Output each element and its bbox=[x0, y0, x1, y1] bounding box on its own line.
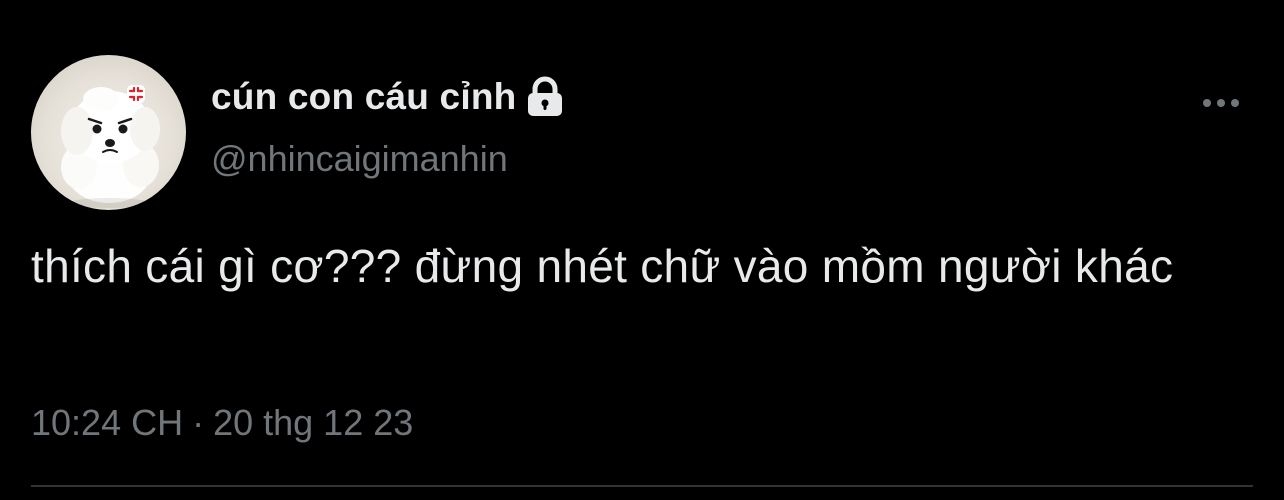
tweet-text: thích cái gì cơ??? đừng nhét chữ vào mồm… bbox=[31, 240, 1174, 292]
puppy-avatar-image bbox=[61, 85, 160, 208]
tweet-time: 10:24 CH bbox=[31, 402, 184, 443]
lock-icon bbox=[524, 76, 566, 118]
more-options-icon bbox=[1203, 99, 1239, 107]
tweet-date: 20 thg 12 23 bbox=[213, 402, 414, 443]
author-handle[interactable]: @nhincaigimanhin bbox=[211, 138, 508, 180]
tweet-timestamp[interactable]: 10:24 CH · 20 thg 12 23 bbox=[31, 402, 413, 444]
author-name-row: cún con cáu cỉnh bbox=[211, 72, 566, 122]
tweet: cún con cáu cỉnh @nhincaigimanhin thích … bbox=[0, 0, 1284, 500]
meta-separator: · bbox=[192, 402, 205, 443]
divider bbox=[31, 485, 1253, 487]
avatar[interactable] bbox=[31, 55, 186, 210]
more-options-button[interactable] bbox=[1194, 88, 1248, 118]
display-name[interactable]: cún con cáu cỉnh bbox=[211, 76, 516, 118]
